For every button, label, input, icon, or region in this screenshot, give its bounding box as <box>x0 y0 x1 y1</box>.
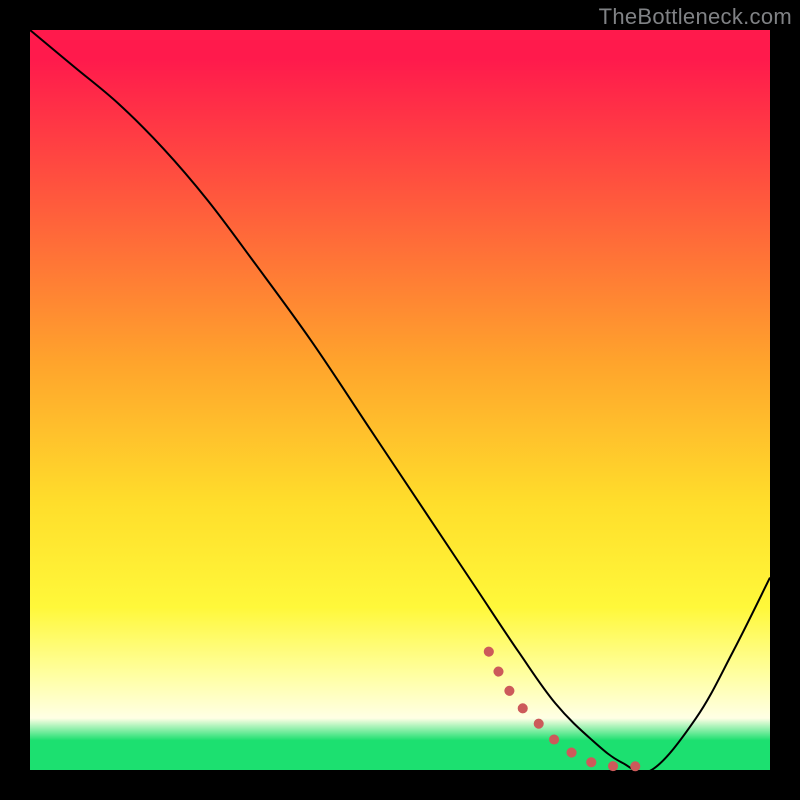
plot-area <box>30 30 770 770</box>
watermark-label: TheBottleneck.com <box>599 4 792 30</box>
curve-layer <box>30 30 770 770</box>
chart-frame: TheBottleneck.com <box>0 0 800 800</box>
highlight-curve <box>489 652 652 767</box>
bottleneck-curve <box>30 30 770 773</box>
